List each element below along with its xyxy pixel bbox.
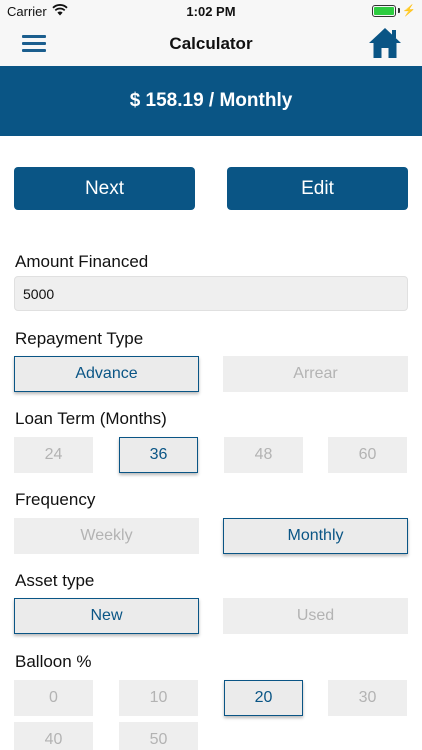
status-time: 1:02 PM: [186, 4, 236, 19]
loan-term-option-48[interactable]: 48: [224, 437, 303, 473]
balloon-option-20[interactable]: 20: [224, 680, 303, 716]
asset-type-label: Asset type: [15, 571, 95, 590]
frequency-label: Frequency: [15, 490, 96, 509]
balloon-option-10[interactable]: 10: [119, 680, 198, 716]
repayment-type-label: Repayment Type: [15, 329, 144, 348]
balloon-label: Balloon %: [15, 652, 92, 671]
balloon-option-50[interactable]: 50: [119, 722, 198, 750]
page-title: Calculator: [169, 34, 253, 53]
home-icon[interactable]: [368, 26, 402, 60]
repayment-option-advance[interactable]: Advance: [14, 356, 199, 392]
amount-financed-label: Amount Financed: [15, 252, 149, 271]
status-bar: Carrier 1:02 PM ⚡: [0, 0, 422, 22]
repayment-option-arrear[interactable]: Arrear: [223, 356, 408, 392]
balloon-option-40[interactable]: 40: [14, 722, 93, 750]
battery-indicator: ⚡: [372, 4, 416, 17]
hamburger-menu-icon[interactable]: [22, 35, 46, 52]
battery-icon: [372, 4, 397, 17]
loan-term-label: Loan Term (Months): [15, 409, 167, 428]
balloon-option-30[interactable]: 30: [328, 680, 407, 716]
frequency-option-weekly[interactable]: Weekly: [14, 518, 199, 554]
navigation-bar: Calculator: [0, 22, 422, 66]
charging-bolt-icon: ⚡: [402, 5, 416, 17]
frequency-option-monthly[interactable]: Monthly: [223, 518, 408, 554]
balloon-option-0[interactable]: 0: [14, 680, 93, 716]
loan-term-option-24[interactable]: 24: [14, 437, 93, 473]
loan-term-option-36[interactable]: 36: [119, 437, 198, 473]
payment-summary-text: $ 158.19 / Monthly: [129, 90, 293, 111]
asset-option-used[interactable]: Used: [223, 598, 408, 634]
next-button[interactable]: Next: [14, 167, 195, 210]
asset-option-new[interactable]: New: [14, 598, 199, 634]
amount-financed-input[interactable]: [14, 276, 408, 311]
loan-term-option-60[interactable]: 60: [328, 437, 407, 473]
edit-button[interactable]: Edit: [227, 167, 408, 210]
payment-summary-banner: $ 158.19 / Monthly: [0, 66, 422, 136]
